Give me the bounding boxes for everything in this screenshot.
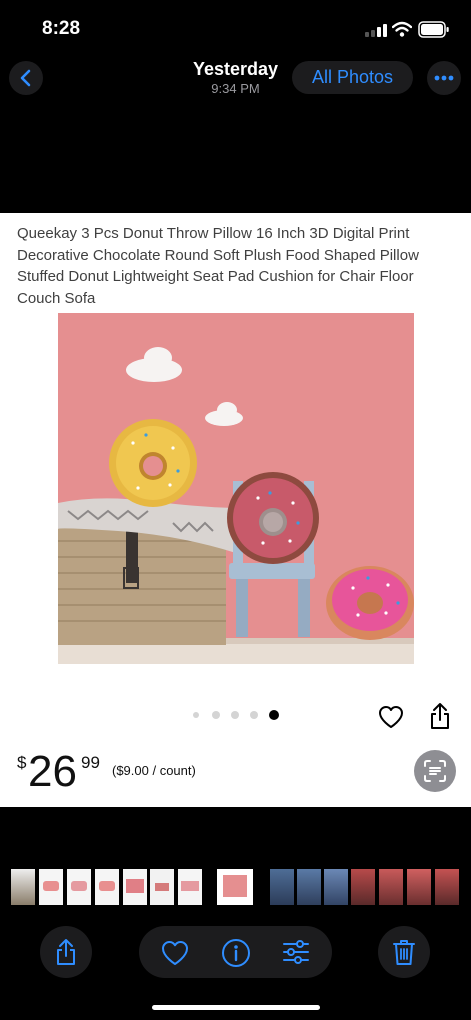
ellipsis-icon: [434, 75, 454, 81]
price-fraction: 99: [81, 753, 100, 772]
thumbnail-1[interactable]: [11, 869, 35, 905]
thumbnail-4[interactable]: [95, 869, 119, 905]
product-title: Queekay 3 Pcs Donut Throw Pillow 16 Inch…: [17, 225, 419, 307]
thumbnail-3[interactable]: [67, 869, 91, 905]
price-whole: 26: [28, 747, 77, 796]
more-button[interactable]: [427, 61, 461, 95]
unit-price: ($9.00 / count): [112, 763, 196, 778]
share-icon: [57, 939, 75, 965]
info-icon[interactable]: [221, 938, 251, 968]
thumbnail-6[interactable]: [150, 869, 174, 905]
thumbnail-2[interactable]: [39, 869, 63, 905]
thumbnail-11[interactable]: [324, 869, 348, 905]
price-currency: $: [17, 753, 27, 772]
share-icon[interactable]: [429, 702, 451, 730]
heart-icon[interactable]: [378, 705, 404, 729]
carousel-dot-3[interactable]: [231, 711, 239, 719]
home-indicator: [152, 1005, 320, 1010]
carousel-dot-5-active[interactable]: [269, 710, 279, 720]
delete-button[interactable]: [378, 926, 430, 978]
carousel-dot-2[interactable]: [212, 711, 220, 719]
thumbnail-10[interactable]: [297, 869, 321, 905]
thumbnail-14[interactable]: [407, 869, 431, 905]
all-photos-button[interactable]: All Photos: [292, 61, 413, 94]
trash-icon: [393, 940, 415, 965]
favorite-heart-icon[interactable]: [161, 940, 189, 966]
live-text-button[interactable]: [414, 750, 456, 792]
share-button[interactable]: [40, 926, 92, 978]
battery-icon: [418, 21, 449, 38]
thumbnail-9[interactable]: [270, 869, 294, 905]
status-time: 8:28: [42, 18, 81, 39]
live-text-icon: [424, 760, 446, 782]
thumbnail-selected[interactable]: [217, 869, 253, 905]
thumbnail-12[interactable]: [351, 869, 375, 905]
screenshot-content: Queekay 3 Pcs Donut Throw Pillow 16 Inch…: [0, 213, 471, 807]
cellular-signal-icon: [365, 24, 387, 37]
product-image[interactable]: [58, 313, 414, 664]
thumbnail-5[interactable]: [123, 869, 147, 905]
donut-pillow-photo: [58, 313, 414, 664]
thumbnail-13[interactable]: [379, 869, 403, 905]
carousel-dot-4[interactable]: [250, 711, 258, 719]
wifi-icon: [392, 21, 412, 37]
carousel-dot-1[interactable]: [193, 712, 199, 718]
thumbnail-15[interactable]: [435, 869, 459, 905]
adjust-sliders-icon[interactable]: [282, 938, 310, 966]
thumbnail-7[interactable]: [178, 869, 202, 905]
